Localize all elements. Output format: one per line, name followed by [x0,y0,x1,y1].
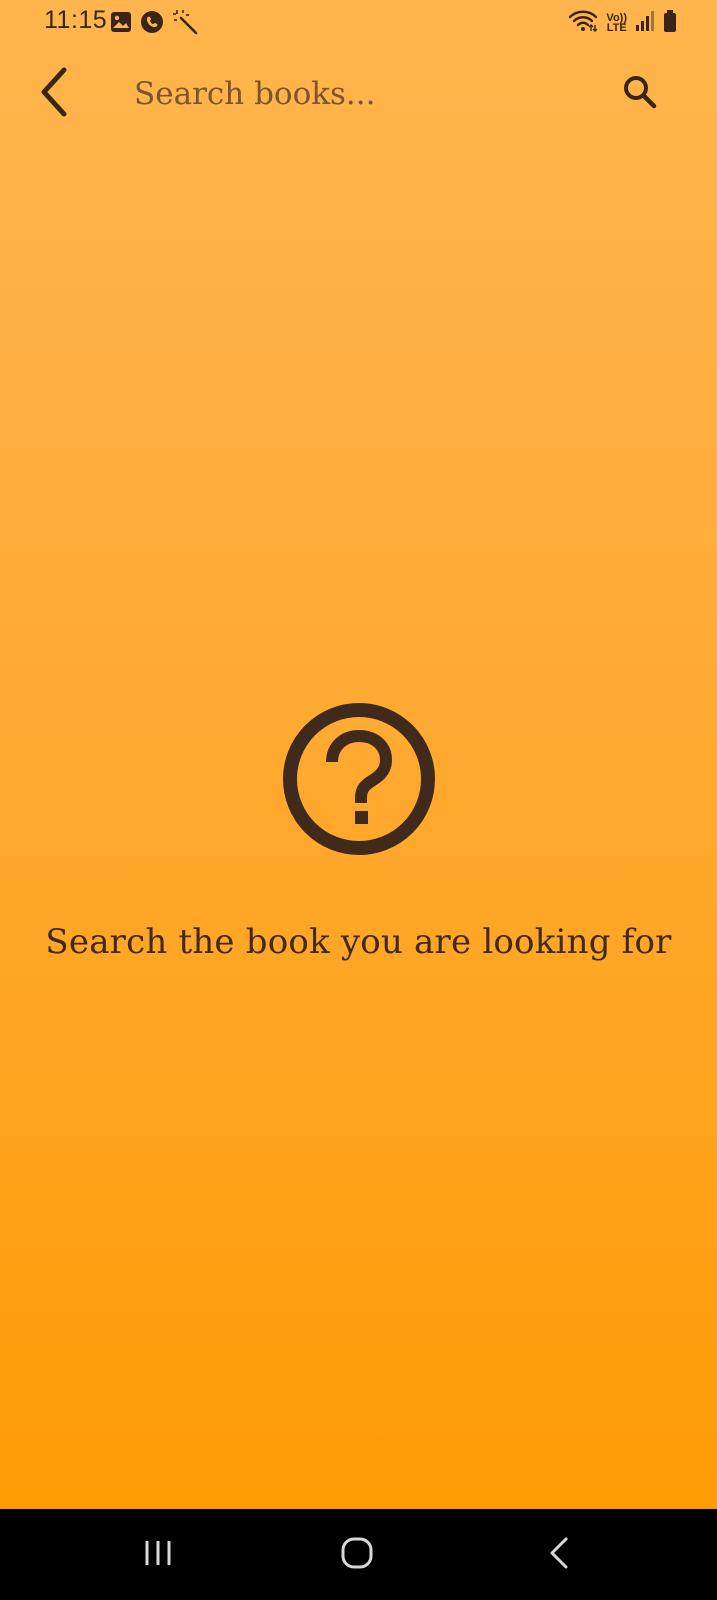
empty-state-message: Search the book you are looking for [45,922,672,962]
search-icon [622,74,658,114]
app-screen: 11:15 Vo)) LTE Search books... Search th… [0,0,717,1509]
navigation-bar [0,1509,717,1600]
gallery-icon [110,11,132,37]
recents-button[interactable] [128,1527,188,1583]
help-circle-icon [280,700,438,858]
lte-label: LTE [606,22,627,34]
status-bar: 11:15 Vo)) LTE [0,0,717,48]
messenger-icon [140,10,164,38]
empty-state [0,700,717,862]
signal-icon [635,10,655,36]
status-left-icons [110,9,198,39]
back-button[interactable] [26,66,82,122]
magic-wand-icon [172,9,198,39]
wifi-icon [568,9,598,37]
battery-icon [663,9,677,37]
system-back-button[interactable] [529,1527,589,1583]
recents-icon [142,1538,174,1572]
search-input[interactable] [134,66,594,122]
arrow-back-icon [36,66,72,122]
search-button[interactable] [612,66,668,122]
volte-icon: Vo)) LTE [606,13,627,34]
back-icon [547,1536,571,1574]
app-bar [0,56,717,134]
status-time: 11:15 [44,6,108,34]
home-icon [340,1536,374,1574]
home-button[interactable] [327,1527,387,1583]
status-right-icons: Vo)) LTE [568,9,677,37]
